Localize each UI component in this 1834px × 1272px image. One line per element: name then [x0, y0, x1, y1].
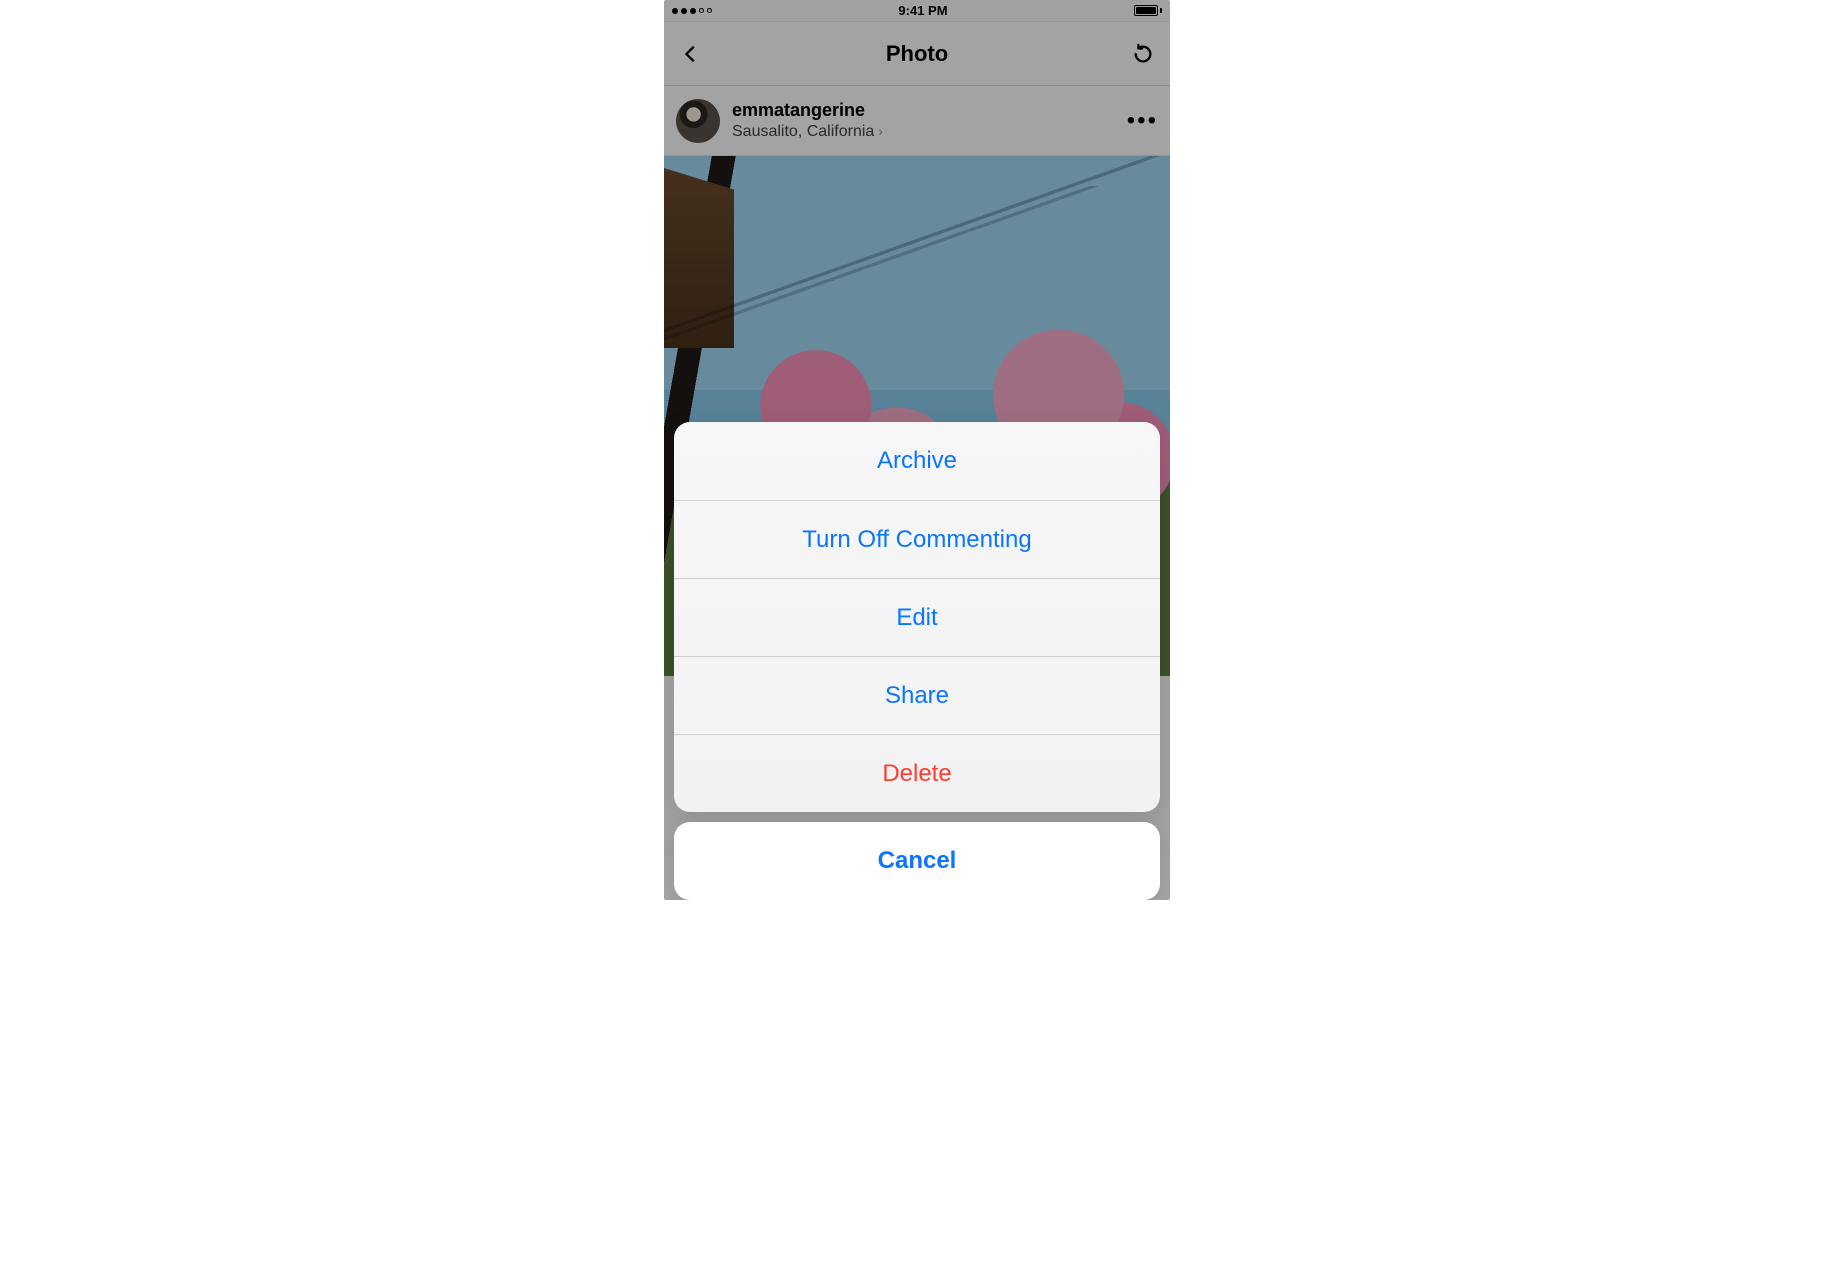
- status-time: 9:41 PM: [898, 3, 947, 18]
- chevron-right-icon: ›: [878, 123, 883, 140]
- action-edit[interactable]: Edit: [674, 578, 1160, 656]
- phone-frame: 9:41 PM Photo emmatangerine Sausalito, C…: [664, 0, 1170, 900]
- back-button[interactable]: [678, 41, 704, 67]
- cancel-button[interactable]: Cancel: [674, 822, 1160, 900]
- action-label: Share: [885, 682, 949, 710]
- avatar[interactable]: [676, 99, 720, 143]
- action-label: Archive: [877, 447, 957, 475]
- action-turn-off-commenting[interactable]: Turn Off Commenting: [674, 500, 1160, 578]
- action-label: Delete: [882, 760, 951, 788]
- refresh-icon: [1132, 43, 1154, 65]
- post-user-block: emmatangerine Sausalito, California ›: [732, 100, 1115, 141]
- signal-dots-icon: [672, 8, 712, 14]
- cancel-label: Cancel: [878, 847, 957, 875]
- battery-icon: [1134, 5, 1162, 16]
- action-label: Turn Off Commenting: [802, 526, 1031, 554]
- username-link[interactable]: emmatangerine: [732, 100, 1115, 122]
- action-delete[interactable]: Delete: [674, 734, 1160, 812]
- action-archive[interactable]: Archive: [674, 422, 1160, 500]
- page-title: Photo: [886, 41, 948, 67]
- refresh-button[interactable]: [1130, 41, 1156, 67]
- action-share[interactable]: Share: [674, 656, 1160, 734]
- status-bar: 9:41 PM: [664, 0, 1170, 22]
- navigation-bar: Photo: [664, 22, 1170, 86]
- action-sheet: Archive Turn Off Commenting Edit Share D…: [674, 422, 1160, 900]
- action-label: Edit: [896, 604, 937, 632]
- post-header: emmatangerine Sausalito, California › ••…: [664, 86, 1170, 156]
- location-link[interactable]: Sausalito, California ›: [732, 122, 1115, 141]
- chevron-left-icon: [680, 43, 702, 65]
- location-label: Sausalito, California: [732, 122, 874, 141]
- action-sheet-options: Archive Turn Off Commenting Edit Share D…: [674, 422, 1160, 812]
